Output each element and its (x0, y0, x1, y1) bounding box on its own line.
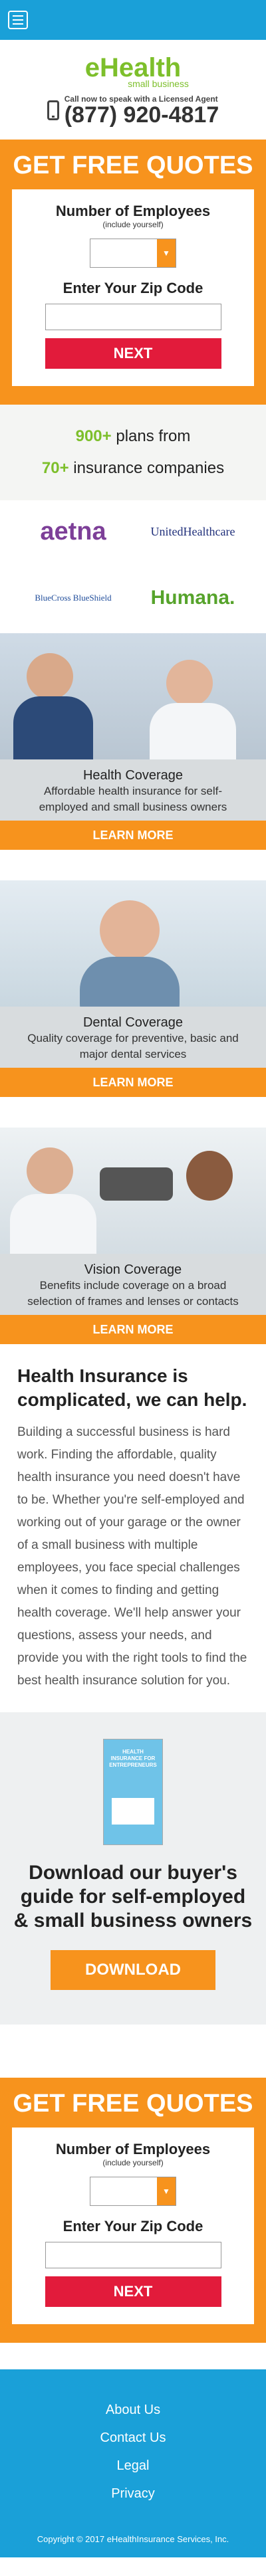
footer-link-privacy[interactable]: Privacy (0, 2480, 266, 2508)
zip-input[interactable] (45, 2242, 221, 2268)
zip-input[interactable] (45, 304, 221, 330)
patient-head (186, 1151, 233, 1201)
employees-label: Number of Employees (55, 2141, 211, 2157)
patient-head (100, 900, 160, 960)
footer-link-about[interactable]: About Us (0, 2396, 266, 2424)
employees-label: Number of Employees (55, 203, 211, 219)
dental-coverage-desc: Quality coverage for preventive, basic a… (27, 1032, 239, 1060)
vision-coverage-image (0, 1128, 266, 1254)
optometrist-head (27, 1147, 73, 1194)
quote-form-section: GET FREE QUOTES Number of Employees (inc… (0, 140, 266, 405)
employees-sublabel: (include yourself) (102, 220, 164, 229)
next-button[interactable]: NEXT (45, 338, 221, 369)
guide-title: Download our buyer's guide for self-empl… (13, 1862, 253, 1932)
employees-select[interactable]: ▼ (90, 2177, 176, 2206)
info-body: Building a successful business is hard w… (17, 1425, 247, 1688)
dental-coverage-image (0, 880, 266, 1007)
vision-coverage-desc: Benefits include coverage on a broad sel… (27, 1279, 239, 1308)
vision-coverage-title: Vision Coverage (84, 1262, 182, 1277)
dental-coverage-title: Dental Coverage (82, 1015, 184, 1030)
health-coverage-card: Health Coverage Affordable health insura… (0, 633, 266, 850)
phone-number[interactable]: (877) 920-4817 (65, 104, 219, 126)
doctor-coat (150, 703, 236, 759)
quote-title: GET FREE QUOTES (13, 2090, 253, 2118)
call-row[interactable]: Call now to speak with a Licensed Agent … (0, 94, 266, 126)
quote-title: GET FREE QUOTES (13, 151, 253, 179)
carrier-logos: aetna UnitedHealthcare BlueCross BlueShi… (0, 500, 266, 633)
plans-banner: 900+ plans from 70+ insurance companies (0, 405, 266, 500)
guide-section: HEALTH INSURANCE FOR ENTREPRENEURS Downl… (0, 1712, 266, 2025)
quote-form-section-bottom: GET FREE QUOTES Number of Employees (inc… (0, 2078, 266, 2343)
next-button[interactable]: NEXT (45, 2276, 221, 2307)
zip-label: Enter Your Zip Code (63, 280, 203, 296)
chevron-down-icon: ▼ (157, 239, 176, 267)
chevron-down-icon: ▼ (157, 2177, 176, 2205)
aetna-logo: aetna (40, 518, 106, 546)
vision-coverage-text: Vision Coverage Benefits include coverag… (0, 1254, 266, 1315)
brand-header: eHealth small business Call now to speak… (0, 40, 266, 140)
book-title: HEALTH INSURANCE FOR ENTREPRENEURS (109, 1749, 157, 1768)
doctor-head (166, 660, 213, 706)
health-coverage-title: Health Coverage (82, 768, 184, 783)
person-head (27, 653, 73, 700)
employees-sublabel: (include yourself) (102, 2158, 164, 2167)
footer-link-legal[interactable]: Legal (0, 2452, 266, 2480)
vision-coverage-card: Vision Coverage Benefits include coverag… (0, 1128, 266, 1344)
unitedhealthcare-logo: UnitedHealthcare (150, 525, 235, 539)
info-section: Health Insurance is complicated, we can … (0, 1344, 266, 1712)
info-title: Health Insurance is complicated, we can … (17, 1365, 247, 1410)
health-coverage-image (0, 633, 266, 759)
companies-count: 70+ (41, 459, 69, 477)
dental-coverage-card: Dental Coverage Quality coverage for pre… (0, 880, 266, 1097)
plans-count: 900+ (75, 427, 112, 445)
download-button[interactable]: DOWNLOAD (51, 1950, 215, 1990)
logo-subtitle: small business (128, 78, 189, 89)
employees-select[interactable]: ▼ (90, 239, 176, 268)
dental-learn-more-button[interactable]: LEARN MORE (0, 1068, 266, 1097)
footer: About Us Contact Us Legal Privacy Copyri… (0, 2369, 266, 2557)
plans-text: plans from (111, 427, 191, 445)
health-coverage-desc: Affordable health insurance for self-emp… (39, 785, 227, 813)
logo[interactable]: eHealth (0, 54, 266, 81)
phoropter (100, 1167, 173, 1201)
footer-link-contact[interactable]: Contact Us (0, 2424, 266, 2452)
top-bar (0, 0, 266, 40)
vision-learn-more-button[interactable]: LEARN MORE (0, 1315, 266, 1344)
patient-body (80, 957, 180, 1007)
optometrist-coat (10, 1194, 96, 1254)
quote-card: Number of Employees (include yourself) ▼… (12, 2128, 254, 2324)
quote-card: Number of Employees (include yourself) ▼… (12, 189, 254, 386)
companies-text: insurance companies (68, 459, 225, 477)
health-coverage-text: Health Coverage Affordable health insura… (0, 759, 266, 821)
person-body (13, 696, 93, 759)
zip-label: Enter Your Zip Code (63, 2218, 203, 2234)
dental-coverage-text: Dental Coverage Quality coverage for pre… (0, 1007, 266, 1068)
humana-logo: Humana. (150, 586, 235, 609)
bcbs-logo: BlueCross BlueShield (35, 592, 112, 603)
hamburger-icon[interactable] (8, 11, 28, 29)
health-learn-more-button[interactable]: LEARN MORE (0, 821, 266, 850)
mobile-phone-icon (47, 100, 59, 120)
guide-book-image: HEALTH INSURANCE FOR ENTREPRENEURS (103, 1739, 163, 1845)
copyright: Copyright © 2017 eHealthInsurance Servic… (37, 2534, 229, 2544)
